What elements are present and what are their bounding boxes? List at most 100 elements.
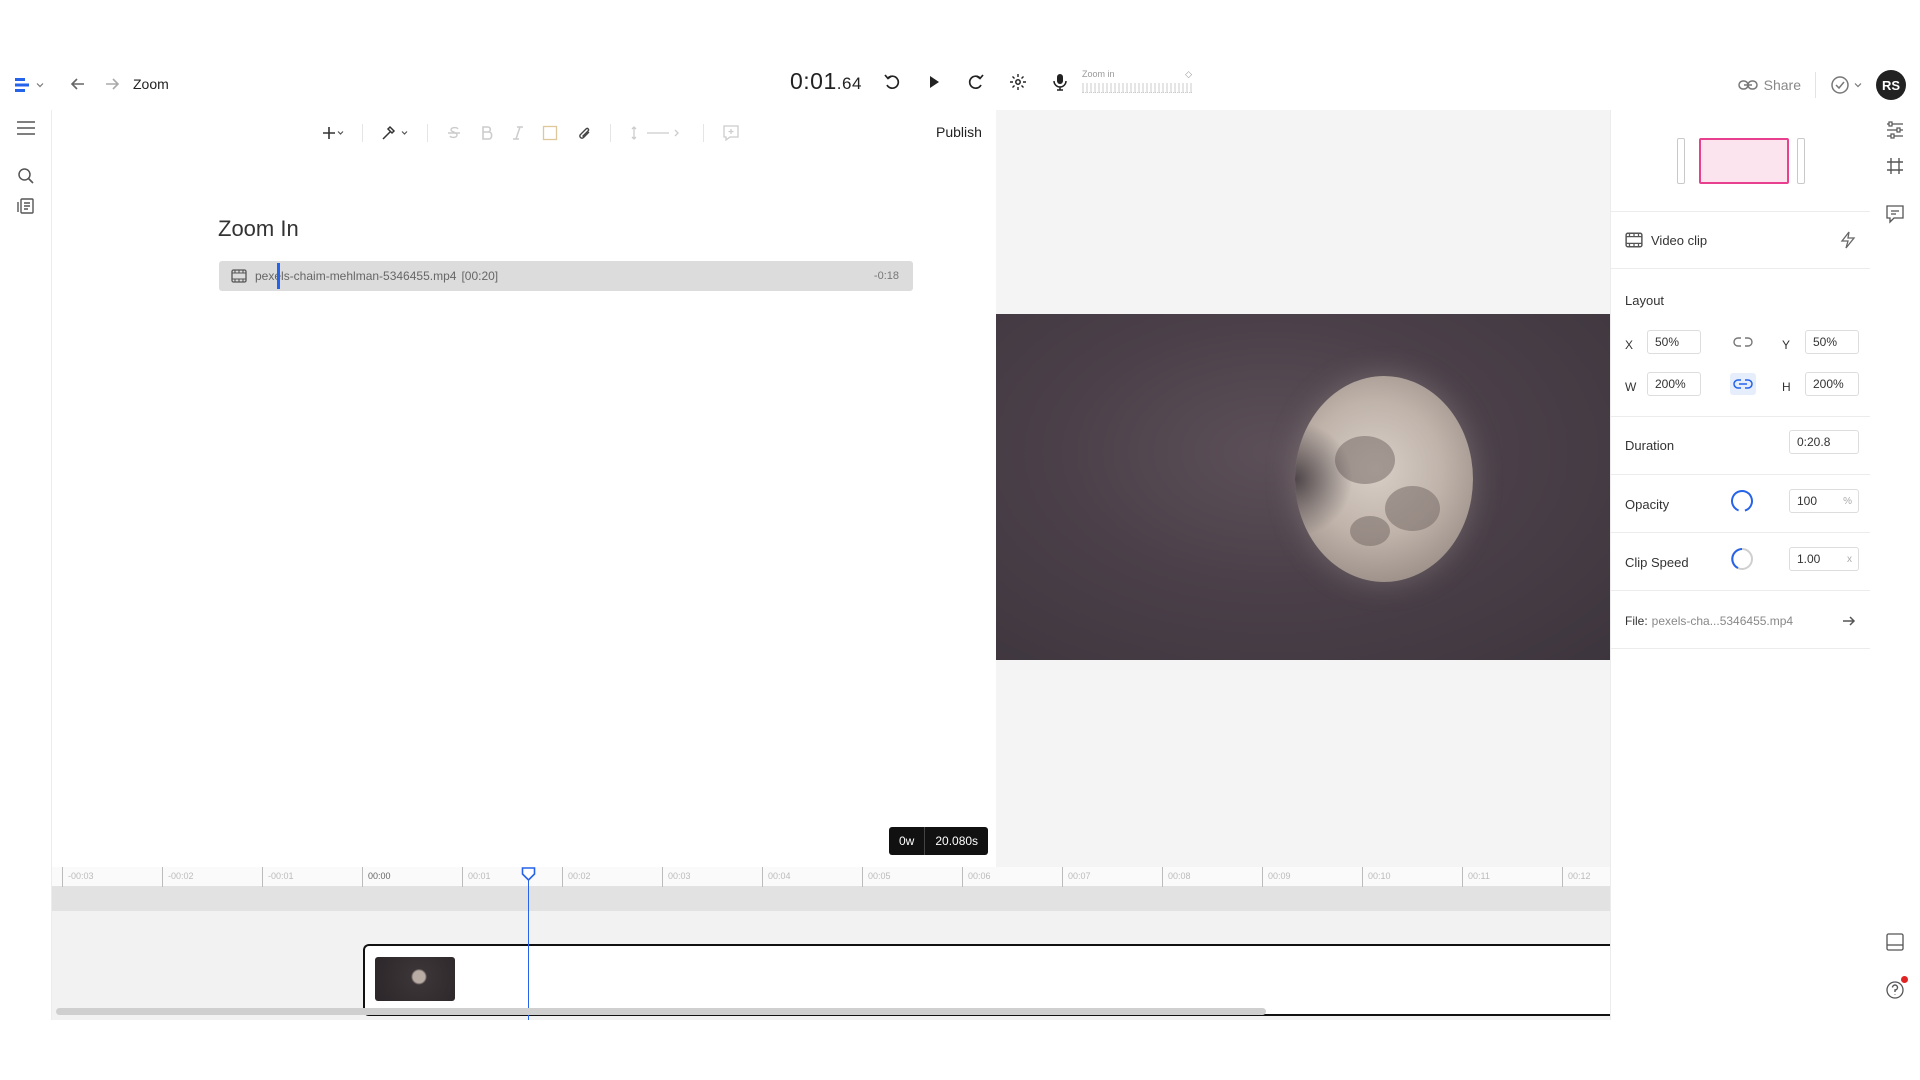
clip-speed-input[interactable]: 1.00 x [1789, 547, 1859, 571]
gap-icon [631, 126, 679, 140]
timeline-scrollbar[interactable] [56, 1008, 1266, 1015]
divider [1611, 532, 1871, 533]
wand-icon [382, 125, 408, 140]
y-position-input[interactable]: 50% [1805, 330, 1859, 354]
script-scrubber[interactable]: Zoom in ◇ [1082, 69, 1192, 97]
insert-button[interactable] [322, 125, 344, 141]
skip-back-button[interactable] [880, 70, 904, 94]
strikethrough-button[interactable] [446, 125, 462, 141]
width-input[interactable]: 200% [1647, 372, 1701, 396]
prev-scene-thumb[interactable] [1677, 138, 1685, 184]
gap-button[interactable] [629, 125, 685, 141]
clip-speed-unit: x [1847, 553, 1852, 565]
timeline-ruler[interactable]: -00:03 -00:02 -00:01 00:00 00:01 00:02 00:03 00… [52, 867, 1610, 887]
comment-icon [1886, 205, 1904, 224]
avatar[interactable]: RS [1876, 70, 1906, 100]
ruler-tick [562, 867, 563, 887]
left-rail [0, 110, 52, 1020]
scenes-button[interactable] [14, 194, 38, 218]
search-button[interactable] [14, 164, 38, 188]
publish-button[interactable]: Publish [936, 124, 982, 140]
opacity-input[interactable]: 100 % [1789, 489, 1859, 513]
skip-forward-button[interactable] [964, 70, 988, 94]
ruler-tick [162, 867, 163, 887]
height-input[interactable]: 200% [1805, 372, 1859, 396]
add-comment-icon [723, 125, 739, 142]
opacity-dial-icon[interactable] [1729, 488, 1755, 514]
x-label: X [1625, 338, 1634, 352]
effects-button[interactable] [1006, 70, 1030, 94]
lock-aspect-button[interactable] [1730, 373, 1756, 395]
attach-button[interactable] [576, 125, 592, 141]
highlight-button[interactable] [542, 125, 558, 141]
plus-icon [323, 127, 344, 139]
captions-tab[interactable] [1883, 930, 1907, 954]
clip-filename: pexels-chaim-mehlman-5346455.mp4 [255, 269, 457, 283]
comments-tab[interactable] [1883, 202, 1907, 226]
back-arrow-icon[interactable] [68, 74, 88, 94]
app-window: Zoom 0:01.64 Zoom in ◇ Share RS Publish … [0, 60, 1920, 1020]
unlink-position-button[interactable] [1730, 331, 1756, 353]
topbar-right: Share RS [1737, 70, 1906, 100]
script-clip-bar[interactable]: pexels-chaim-mehlman-5346455.mp4 [00:20]… [219, 261, 913, 291]
format-toolbar [322, 120, 740, 146]
hamburger-icon [17, 121, 35, 135]
ruler-tick-label: 00:02 [568, 871, 591, 881]
history-nav [68, 74, 122, 94]
divider [1611, 648, 1871, 649]
selection-duration: 20.080s [924, 827, 989, 855]
layout-grid-tab[interactable] [1883, 154, 1907, 178]
app-menu-button[interactable] [14, 72, 50, 98]
h-label: H [1782, 380, 1791, 394]
playhead-line [528, 875, 529, 1020]
ruler-tick [862, 867, 863, 887]
text-cursor [277, 263, 280, 289]
film-icon [231, 269, 247, 283]
menu-button[interactable] [14, 116, 38, 140]
share-button[interactable]: Share [1737, 77, 1801, 93]
help-icon [1886, 981, 1904, 999]
document-title[interactable]: Zoom [133, 76, 169, 92]
w-label: W [1625, 380, 1637, 394]
play-button[interactable] [922, 70, 946, 94]
video-clip-track[interactable] [363, 944, 1610, 1016]
italic-button[interactable] [512, 125, 524, 141]
next-scene-thumb[interactable] [1797, 138, 1805, 184]
duration-input[interactable]: 0:20.8 [1789, 430, 1859, 454]
current-scene-thumb[interactable] [1699, 138, 1789, 184]
file-name: pexels-cha...5346455.mp4 [1651, 614, 1794, 628]
tools-button[interactable] [381, 125, 409, 141]
composition-title[interactable]: Zoom In [218, 216, 299, 242]
arrow-right-icon[interactable] [1841, 613, 1857, 629]
ruler-tick [762, 867, 763, 887]
ruler-tick [62, 867, 63, 887]
unlink-icon [1733, 337, 1753, 347]
help-button[interactable] [1883, 976, 1908, 1002]
forward-arrow-icon[interactable] [102, 74, 122, 94]
file-label: File: [1625, 614, 1648, 628]
opacity-value: 100 [1797, 494, 1818, 508]
comment-button[interactable] [722, 124, 740, 142]
file-row[interactable]: File: pexels-cha...5346455.mp4 [1611, 610, 1871, 632]
playhead-handle-icon[interactable] [521, 867, 536, 881]
timecode: 0:01.64 [790, 68, 862, 95]
lightning-icon[interactable] [1839, 231, 1857, 249]
bold-button[interactable] [480, 125, 494, 141]
ruler-tick-label: -00:01 [268, 871, 294, 881]
publish-status-button[interactable] [1830, 75, 1862, 95]
record-button[interactable] [1048, 70, 1072, 94]
layout-preview [1611, 110, 1871, 212]
ruler-tick [1362, 867, 1363, 887]
ruler-tick-label: -00:03 [68, 871, 94, 881]
properties-tab[interactable] [1883, 118, 1907, 142]
audio-track-band [52, 887, 1610, 911]
topbar-divider [1815, 72, 1816, 98]
speed-dial-icon[interactable] [1729, 546, 1755, 572]
x-position-input[interactable]: 50% [1647, 330, 1701, 354]
script-scrubber-label: Zoom in [1082, 69, 1115, 79]
video-preview[interactable] [996, 314, 1610, 660]
duration-label: Duration [1625, 438, 1675, 453]
ruler-tick [1262, 867, 1263, 887]
timecode-main: 0:01 [790, 68, 837, 94]
transport-controls: 0:01.64 [790, 68, 1072, 95]
